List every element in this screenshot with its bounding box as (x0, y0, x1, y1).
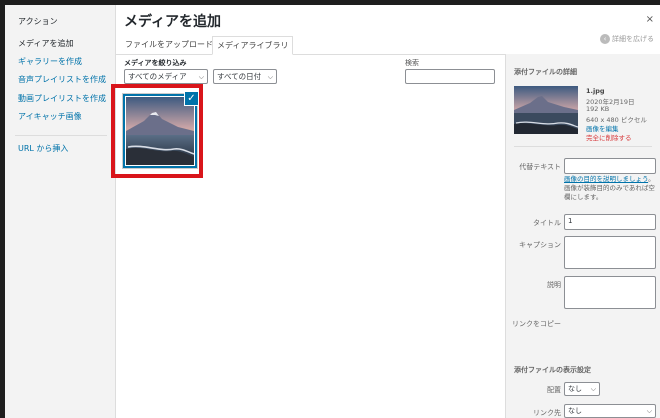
chevron-down-icon: ⌵ (198, 73, 204, 81)
display-settings-heading: 添付ファイルの表示設定 (514, 366, 591, 374)
alt-text-input[interactable] (564, 158, 656, 174)
menu-separator (15, 135, 107, 136)
details-divider (514, 146, 652, 147)
description-label: 説明 (547, 281, 561, 289)
menu-item-add-media[interactable]: メディアを追加 (18, 38, 73, 49)
menu-item-featured-image[interactable]: アイキャッチ画像 (18, 111, 82, 122)
menu-item-audio-playlist[interactable]: 音声プレイリストを作成 (18, 74, 106, 85)
media-menu: アクション メディアを追加 ギャラリーを作成 音声プレイリストを作成 動画プレイ… (5, 5, 116, 418)
attachment-details-sidebar: 添付ファイルの詳細 1.jpg 2020年2月19日 192 KB 640 x … (505, 54, 660, 418)
date-select[interactable]: すべての日付 ⌵ (213, 69, 277, 84)
description-textarea[interactable] (564, 276, 656, 309)
modal-title: メディアを追加 (124, 14, 222, 30)
alignment-label: 配置 (547, 386, 561, 394)
close-icon[interactable]: × (646, 14, 654, 25)
tab-upload-files[interactable]: ファイルをアップロード (121, 37, 217, 53)
caption-textarea[interactable] (564, 236, 656, 269)
search-label: 検索 (405, 59, 419, 67)
tab-media-library[interactable]: メディアライブラリ (212, 36, 294, 55)
alt-text-help: 画像の目的を説明しましょう。画像が装飾目的のみであれば空欄にします。 (564, 175, 659, 202)
alignment-select[interactable]: なし ⌵ (564, 382, 600, 396)
chevron-down-icon: ⌵ (646, 407, 652, 415)
delete-permanently-link[interactable]: 完全に削除する (586, 132, 632, 142)
filter-label: メディアを絞り込み (124, 59, 187, 67)
link-to-label: リンク先 (533, 409, 561, 417)
details-thumbnail (514, 86, 578, 134)
file-name: 1.jpg (586, 87, 605, 95)
alt-text-label: 代替テキスト (519, 163, 561, 171)
menu-heading: アクション (18, 17, 58, 26)
menu-item-insert-url[interactable]: URL から挿入 (18, 143, 68, 154)
title-input[interactable]: 1 (564, 214, 656, 230)
chevron-down-icon: ⌵ (590, 385, 596, 393)
media-type-value: すべてのメディア (128, 72, 187, 81)
alt-text-help-link[interactable]: 画像の目的を説明しましょう (564, 175, 648, 183)
alignment-value: なし (568, 385, 582, 393)
details-heading: 添付ファイルの詳細 (514, 68, 577, 76)
chevron-down-icon: ⌵ (267, 73, 273, 81)
media-modal: アクション メディアを追加 ギャラリーを作成 音声プレイリストを作成 動画プレイ… (5, 5, 660, 418)
caption-label: キャプション (519, 241, 561, 249)
date-value: すべての日付 (217, 72, 262, 81)
media-type-select[interactable]: すべてのメディア ⌵ (124, 69, 208, 84)
search-input[interactable] (405, 69, 495, 84)
menu-item-create-gallery[interactable]: ギャラリーを作成 (18, 56, 82, 67)
file-size: 192 KB (586, 105, 610, 113)
link-to-select[interactable]: なし ⌵ (564, 404, 656, 418)
link-to-value: なし (568, 407, 582, 415)
router-tabs: ファイルをアップロード メディアライブラリ (115, 34, 660, 55)
menu-item-video-playlist[interactable]: 動画プレイリストを作成 (18, 93, 106, 104)
copy-link-label: リンクをコピー (512, 320, 561, 328)
title-label: タイトル (533, 219, 561, 227)
selection-highlight (111, 84, 203, 178)
